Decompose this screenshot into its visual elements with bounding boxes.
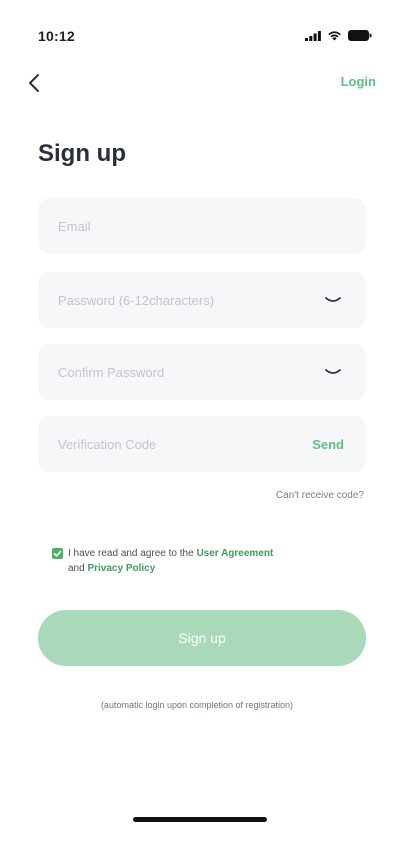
wifi-icon [328,31,341,41]
confirm-password-visibility-toggle[interactable] [322,361,344,383]
confirm-password-field [38,344,366,400]
verification-code-input[interactable] [58,416,313,472]
agreement-line-1: I have read and agree to the User Agreem… [52,546,362,561]
checkmark-icon [53,550,62,557]
send-code-button[interactable]: Send [312,437,344,452]
agreement-line-2: and Privacy Policy [52,561,362,576]
password-visibility-toggle[interactable] [322,289,344,311]
user-agreement-link[interactable]: User Agreement [196,548,273,559]
page-title: Sign up [38,140,126,167]
signup-screen: 10:12 Login Sign up Email Verification C… [0,0,394,852]
eye-closed-icon [325,369,341,374]
password-field [38,272,366,328]
login-link[interactable]: Login [341,74,376,89]
password-input[interactable] [58,272,322,328]
status-bar: 10:12 [0,0,394,60]
signup-button[interactable]: Sign up [38,610,366,666]
nav-bar: Login [0,66,394,102]
agreement-checkbox[interactable] [52,548,63,559]
verification-code-field: Send [38,416,366,472]
home-indicator[interactable] [133,817,267,822]
email-input[interactable] [58,198,346,254]
status-time: 10:12 [38,28,75,44]
eye-closed-icon [325,297,341,302]
cant-receive-code-link[interactable]: Can't receive code? [276,490,364,501]
status-icons [305,30,372,41]
privacy-policy-link[interactable]: Privacy Policy [87,563,155,574]
chevron-left-icon [29,74,39,92]
agreement-and: and [68,563,88,574]
auto-login-note: (automatic login upon completion of regi… [100,700,294,710]
confirm-password-input[interactable] [58,344,322,400]
battery-icon [348,30,372,41]
agreement-prefix: I have read and agree to the [68,548,197,559]
back-button[interactable] [22,70,48,96]
email-field [38,198,366,254]
signal-icon [305,30,321,41]
agreement: I have read and agree to the User Agreem… [52,546,362,576]
